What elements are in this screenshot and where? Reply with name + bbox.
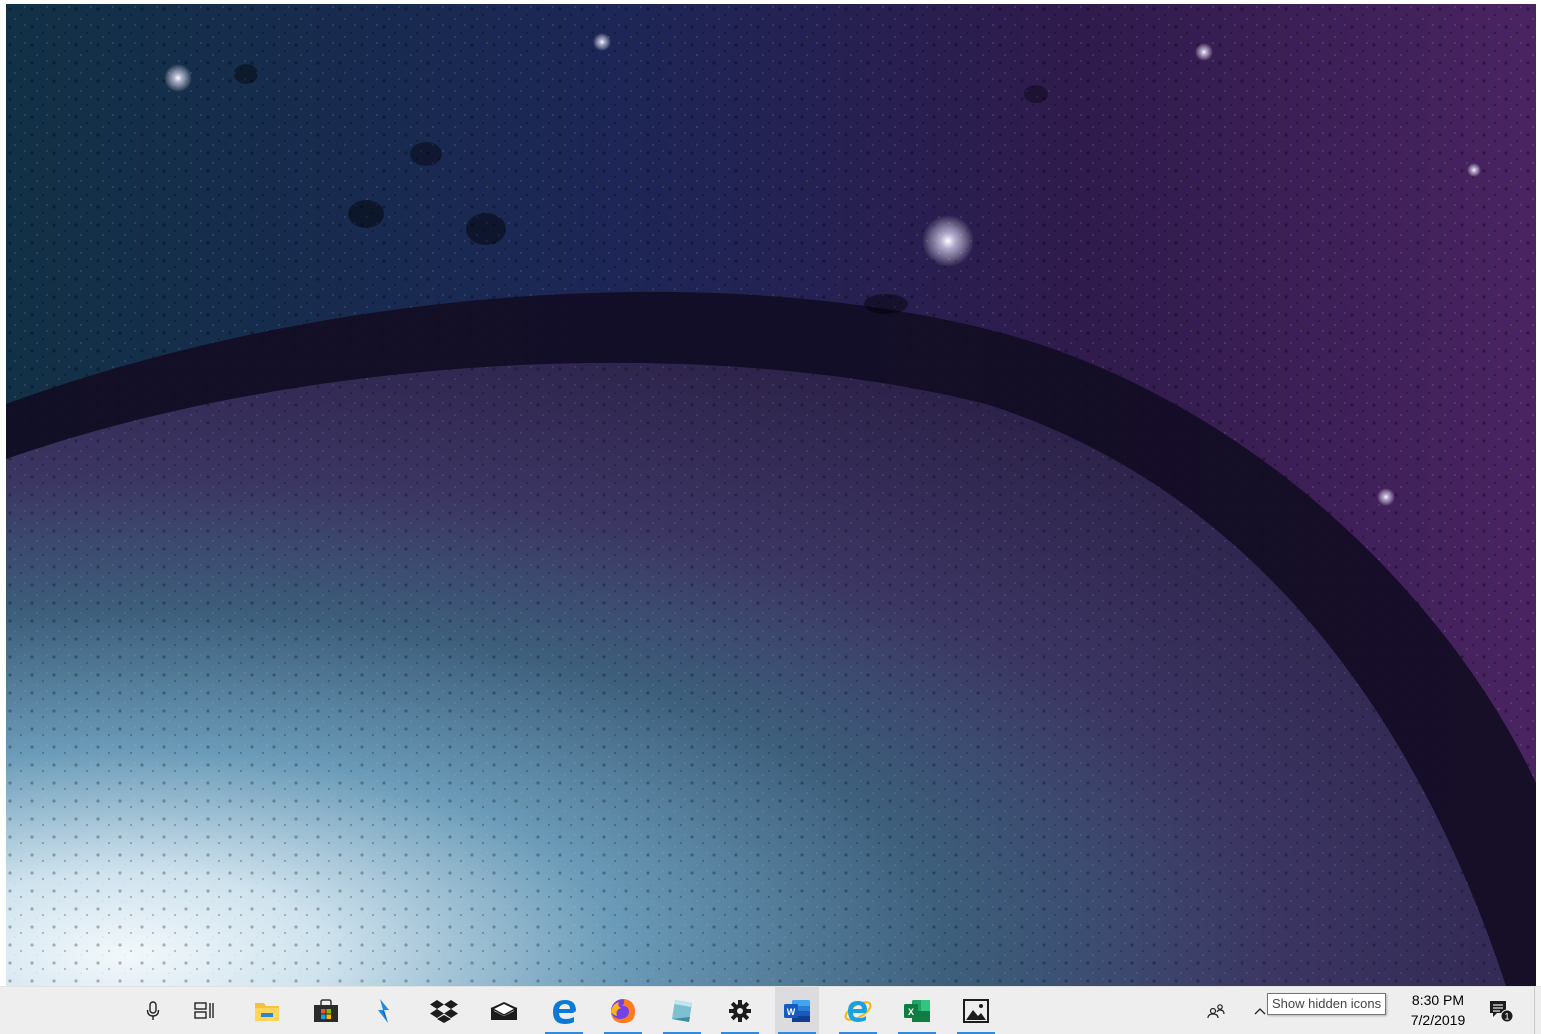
edge-button[interactable] — [542, 987, 586, 1034]
ie-icon — [844, 1000, 872, 1022]
word-button[interactable]: W — [775, 987, 819, 1034]
svg-text:X: X — [908, 1007, 914, 1017]
screen-edge — [1536, 0, 1541, 986]
dropbox-button[interactable] — [422, 987, 466, 1034]
notification-icon: 1 — [1490, 1000, 1514, 1022]
svg-text:W: W — [787, 1007, 796, 1017]
clock-date: 7/2/2019 — [1410, 1012, 1466, 1028]
note-icon — [672, 999, 692, 1022]
clock-time: 8:30 PM — [1411, 992, 1465, 1008]
microsoft-store-button[interactable] — [304, 987, 348, 1034]
task-view-button[interactable] — [183, 987, 227, 1034]
excel-icon: X — [904, 999, 930, 1022]
chevron-up-icon — [1254, 1007, 1266, 1014]
microphone-icon — [146, 1000, 160, 1020]
edge-icon — [553, 999, 576, 1024]
gear-icon — [729, 999, 751, 1022]
firefox-button[interactable] — [601, 987, 645, 1034]
lightning-icon — [378, 998, 389, 1023]
show-hidden-icons-tooltip: Show hidden icons — [1267, 993, 1387, 1015]
cortana-mic-button[interactable] — [131, 987, 175, 1034]
mail-envelope-icon — [490, 1001, 518, 1020]
folder-icon — [255, 1002, 279, 1021]
store-bag-icon — [314, 998, 338, 1022]
action-center-button[interactable]: 1 — [1484, 987, 1518, 1034]
dropbox-icon — [430, 999, 458, 1023]
note-app-button[interactable] — [660, 987, 704, 1034]
excel-button[interactable]: X — [895, 987, 939, 1034]
mail-button[interactable] — [482, 987, 526, 1034]
notification-badge-count: 1 — [1504, 1011, 1509, 1021]
desktop-screen: W X 8:30 PM 7/2/2019 1 Show hidden icons — [0, 0, 1541, 1034]
internet-explorer-button[interactable] — [836, 987, 880, 1034]
desktop-wallpaper[interactable] — [6, 4, 1541, 986]
clock[interactable]: 8:30 PM 7/2/2019 — [1399, 990, 1477, 1032]
task-view-icon — [194, 1001, 214, 1019]
planet-wallpaper — [6, 4, 1541, 986]
people-button[interactable] — [1202, 987, 1230, 1034]
word-icon: W — [784, 999, 810, 1022]
show-desktop-button[interactable] — [1534, 987, 1541, 1034]
firefox-icon — [611, 998, 635, 1023]
file-explorer-button[interactable] — [245, 987, 289, 1034]
people-icon — [1207, 1003, 1225, 1018]
photos-button[interactable] — [954, 987, 998, 1034]
photos-icon — [963, 998, 989, 1023]
settings-button[interactable] — [718, 987, 762, 1034]
power-automate-button[interactable] — [362, 987, 406, 1034]
